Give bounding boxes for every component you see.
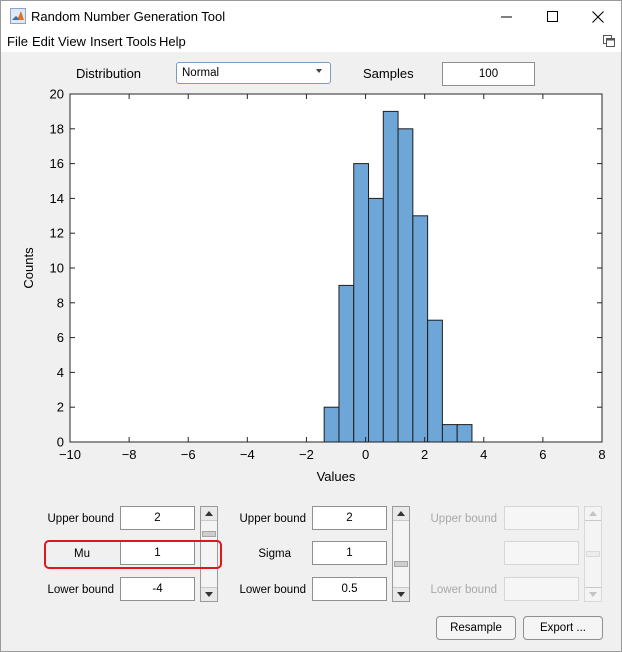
arrow-down-icon [589, 592, 597, 597]
y-tick-label: 12 [50, 226, 64, 241]
y-tick-label: 14 [50, 191, 64, 206]
histogram-bar [427, 319, 443, 443]
app-window: Random Number Generation Tool File Edit … [0, 0, 622, 652]
sigma-lower-bound-label: Lower bound [239, 584, 307, 596]
x-tick-label: 2 [421, 447, 428, 462]
histogram-bar [412, 215, 429, 443]
y-tick-label: 10 [50, 261, 64, 276]
param3-input [504, 541, 579, 565]
mu-slider-down-button[interactable] [201, 588, 217, 601]
histogram-bar [456, 424, 473, 443]
x-tick-label: 8 [598, 447, 605, 462]
histogram-bar [353, 163, 370, 443]
sigma-lower-bound-input[interactable]: 0.5 [312, 577, 387, 601]
arrow-down-icon [205, 592, 213, 597]
arrow-up-icon [397, 511, 405, 516]
histogram-bar [382, 110, 399, 443]
mu-upper-bound-label: Upper bound [47, 513, 115, 525]
param3-slider-up-button [585, 507, 601, 520]
param3-slider-track [585, 520, 601, 588]
y-tick-label: 2 [57, 400, 64, 415]
param3-slider-thumb [586, 551, 600, 557]
sigma-slider[interactable] [392, 506, 410, 602]
y-tick-label: 8 [57, 295, 64, 310]
arrow-up-icon [589, 511, 597, 516]
sigma-slider-down-button[interactable] [393, 588, 409, 601]
x-tick-label: −2 [299, 447, 314, 462]
y-tick-label: 18 [50, 121, 64, 136]
histogram-chart: −10 −8 −6 −4 −2 0 2 4 6 802468101214161820 Values… [21, 87, 606, 485]
y-axis-label: Counts [21, 247, 36, 289]
sigma-slider-up-button[interactable] [393, 507, 409, 520]
sigma-slider-track[interactable] [393, 520, 409, 588]
y-tick-label: 4 [57, 365, 64, 380]
plot-area [69, 93, 603, 443]
param3-upper-bound-label: Upper bound [430, 513, 498, 525]
param3-slider-down-button [585, 588, 601, 601]
sigma-label: Sigma [258, 548, 291, 560]
mu-upper-bound-input[interactable]: 2 [120, 506, 195, 530]
param3-upper-bound-input [504, 506, 579, 530]
param3-lower-bound-input [504, 577, 579, 601]
x-tick-label: 6 [539, 447, 546, 462]
param3-slider [584, 506, 602, 602]
histogram-bar [441, 424, 458, 443]
histogram-bar [397, 128, 414, 443]
sigma-input[interactable]: 1 [312, 541, 387, 565]
x-tick-label: −6 [181, 447, 196, 462]
histogram-bar [338, 284, 355, 443]
sigma-slider-thumb[interactable] [394, 561, 408, 567]
mu-slider-thumb[interactable] [202, 531, 216, 537]
sigma-upper-bound-label: Upper bound [239, 513, 307, 525]
x-tick-label: 0 [362, 447, 369, 462]
x-tick-label: −4 [240, 447, 255, 462]
arrow-up-icon [205, 511, 213, 516]
arrow-down-icon [397, 592, 405, 597]
mu-lower-bound-input[interactable]: -4 [120, 577, 195, 601]
x-tick-label: −8 [122, 447, 137, 462]
y-tick-label: 20 [50, 87, 64, 102]
resample-button[interactable]: Resample [436, 616, 516, 640]
sigma-upper-bound-input[interactable]: 2 [312, 506, 387, 530]
histogram-bar [323, 406, 340, 443]
param3-lower-bound-label: Lower bound [430, 584, 498, 596]
mu-slider-up-button[interactable] [201, 507, 217, 520]
y-tick-label: 6 [57, 330, 64, 345]
x-tick-label: 4 [480, 447, 487, 462]
export-button[interactable]: Export ... [523, 616, 603, 640]
mu-highlight-box [44, 540, 222, 569]
histogram-bar [368, 197, 384, 443]
y-tick-label: 0 [57, 435, 64, 450]
y-tick-label: 16 [50, 156, 64, 171]
mu-lower-bound-label: Lower bound [47, 584, 115, 596]
x-axis-label: Values [317, 469, 356, 484]
